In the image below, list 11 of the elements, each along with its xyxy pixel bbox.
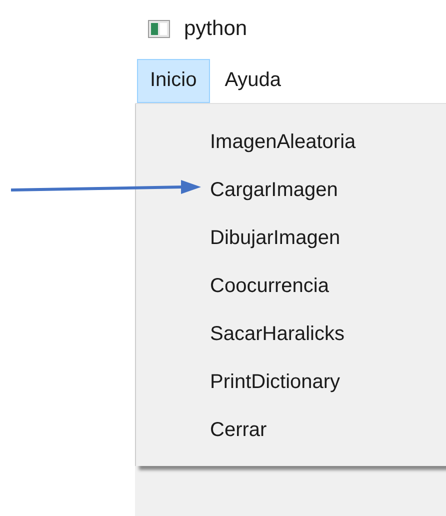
menu-item[interactable]: Cerrar <box>210 418 267 442</box>
menu-bar-item[interactable]: Inicio <box>137 58 210 103</box>
window-icon <box>148 20 170 38</box>
menu-item[interactable]: SacarHaralicks <box>210 322 344 346</box>
menu-item[interactable]: PrintDictionary <box>210 370 340 394</box>
menu-item[interactable]: ImagenAleatoria <box>210 130 356 154</box>
menu-item[interactable]: Coocurrencia <box>210 274 329 298</box>
window-title: python <box>184 17 248 42</box>
menu-bar-item[interactable]: Ayuda <box>212 58 294 103</box>
menu-item[interactable]: CargarImagen <box>210 178 338 202</box>
menu-item[interactable]: DibujarImagen <box>210 226 340 250</box>
